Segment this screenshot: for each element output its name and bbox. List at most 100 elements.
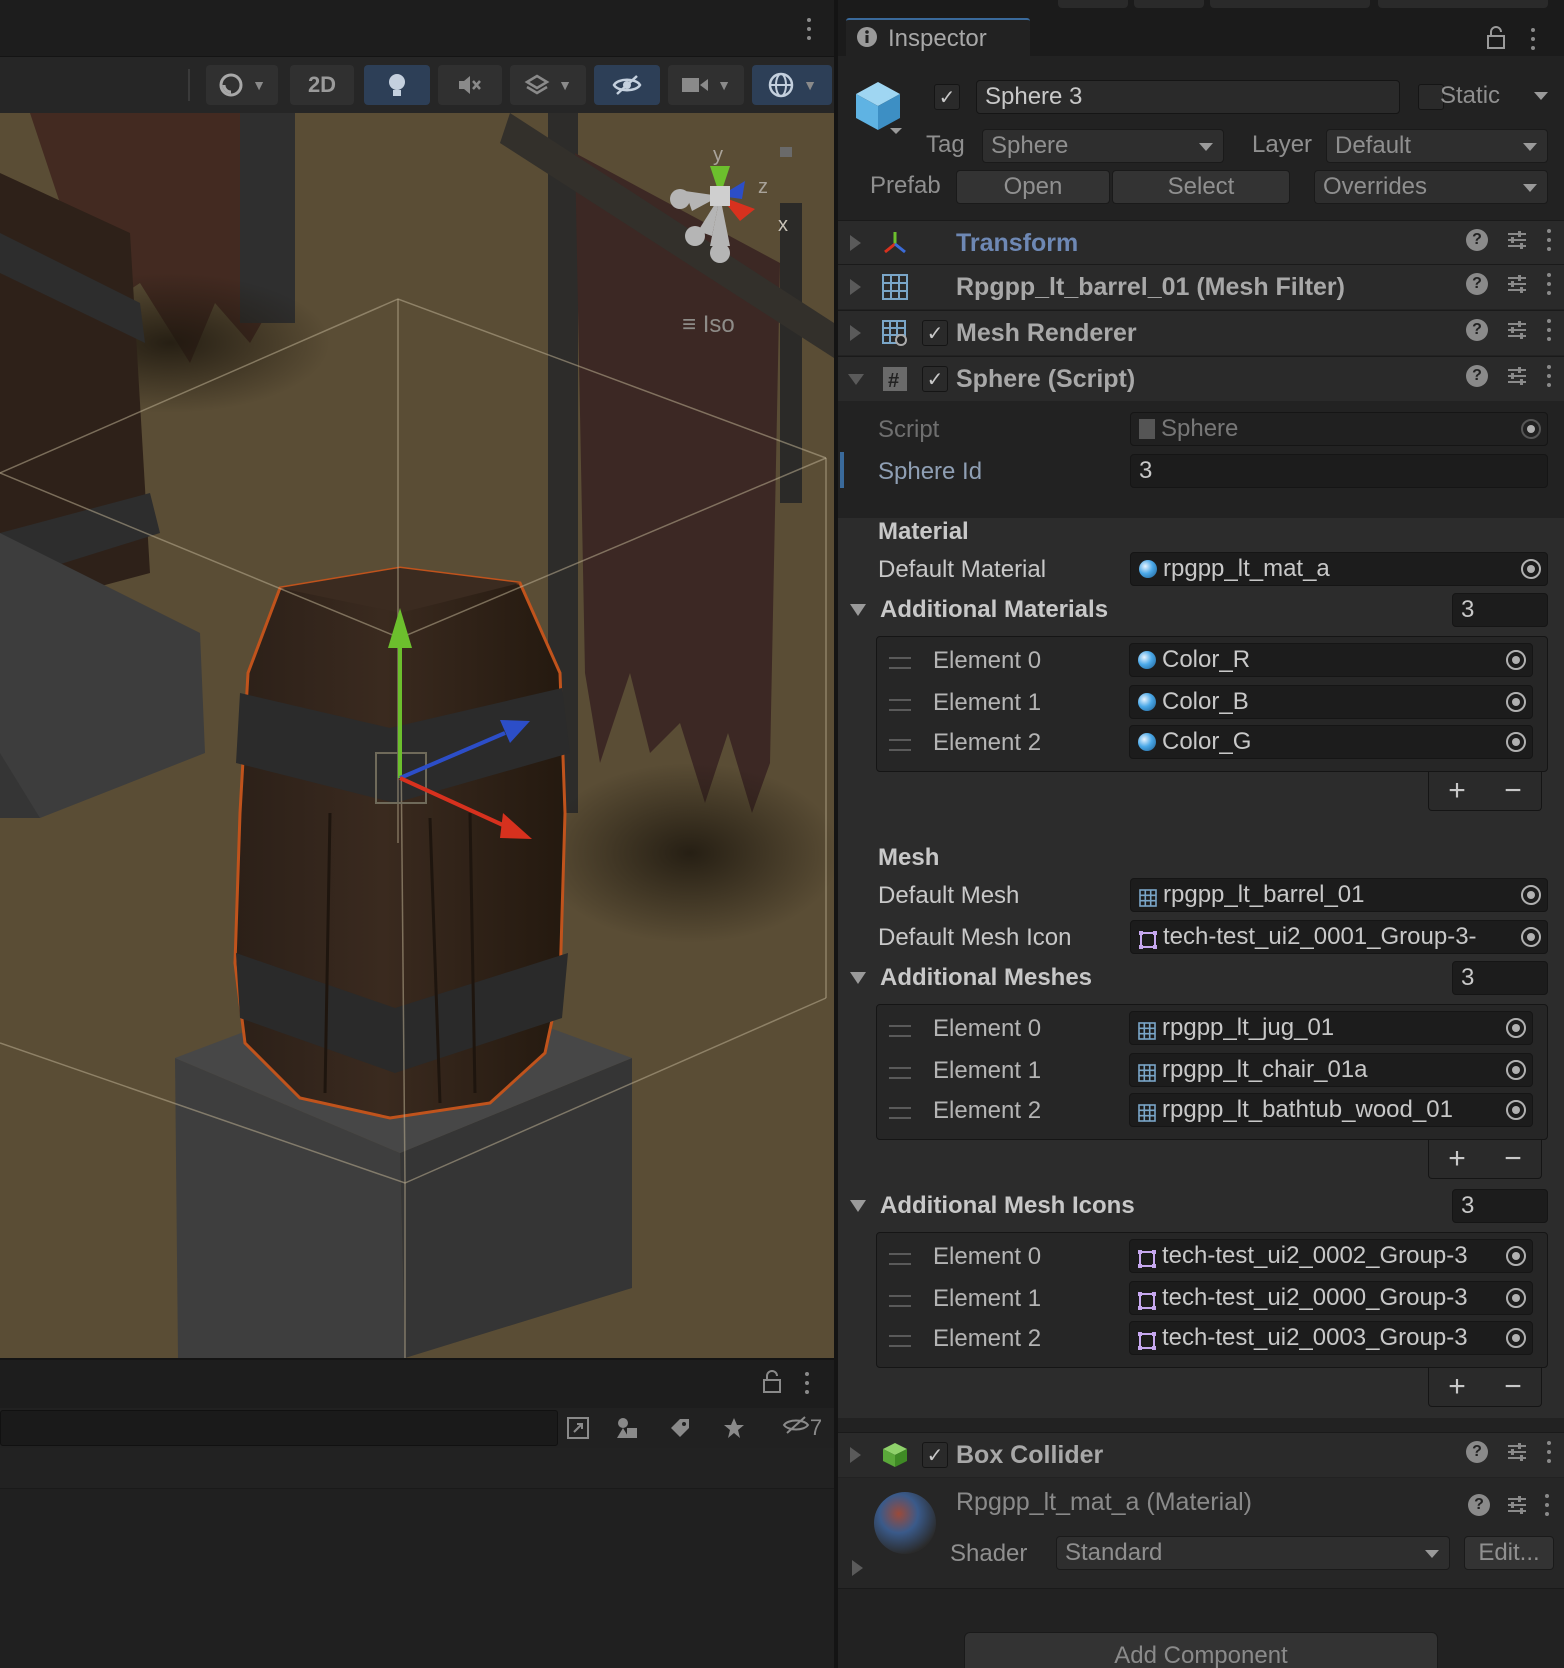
active-checkbox[interactable]: ✓: [934, 84, 960, 110]
drag-handle-icon[interactable]: [889, 1295, 911, 1307]
mesh-element-field[interactable]: rpgpp_lt_chair_01a: [1129, 1053, 1533, 1087]
audio-toggle-button[interactable]: [438, 65, 502, 105]
effects-dropdown-button[interactable]: ▼: [510, 65, 586, 105]
prefab-open-button[interactable]: Open: [956, 170, 1110, 204]
mesh-element-field[interactable]: rpgpp_lt_jug_01: [1129, 1011, 1533, 1045]
mesh-element-field[interactable]: rpgpp_lt_bathtub_wood_01: [1129, 1093, 1533, 1127]
filter-shapes-icon[interactable]: [606, 1410, 650, 1446]
object-picker-icon[interactable]: [1506, 1060, 1526, 1080]
drag-handle-icon[interactable]: [889, 699, 911, 711]
presets-sliders-icon[interactable]: [1506, 319, 1528, 341]
add-component-button[interactable]: Add Component: [964, 1632, 1438, 1668]
help-icon[interactable]: ?: [1468, 1494, 1490, 1516]
lock-icon[interactable]: [1486, 26, 1506, 55]
camera-dropdown-button[interactable]: ▼: [668, 65, 744, 105]
object-picker-icon[interactable]: [1506, 732, 1526, 752]
drag-handle-icon[interactable]: [889, 657, 911, 669]
additional-materials-count[interactable]: 3: [1452, 593, 1548, 627]
inspector-menu-icon[interactable]: [1530, 28, 1536, 50]
default-material-field[interactable]: rpgpp_lt_mat_a: [1130, 552, 1548, 586]
default-mesh-icon-field[interactable]: tech-test_ui2_0001_Group-3-: [1130, 920, 1548, 954]
project-search-input[interactable]: [0, 1410, 558, 1446]
help-icon[interactable]: ?: [1466, 319, 1488, 341]
mesh-icon-element-field[interactable]: tech-test_ui2_0000_Group-3: [1129, 1281, 1533, 1315]
presets-sliders-icon[interactable]: [1506, 229, 1528, 251]
foldout-arrow-icon[interactable]: [850, 235, 861, 251]
foldout-arrow-icon[interactable]: [852, 1560, 863, 1576]
panel-menu-icon[interactable]: [804, 1372, 810, 1394]
drag-handle-icon[interactable]: [889, 1107, 911, 1119]
scene-menu-icon[interactable]: [806, 18, 812, 40]
gizmos-dropdown-button[interactable]: ▼: [752, 65, 832, 105]
window-button[interactable]: [1058, 0, 1128, 8]
window-button[interactable]: [1210, 0, 1370, 8]
lighting-toggle-button[interactable]: [364, 65, 430, 105]
additional-mesh-icons-count[interactable]: 3: [1452, 1189, 1548, 1223]
mesh-icon-element-field[interactable]: tech-test_ui2_0003_Group-3: [1129, 1321, 1533, 1355]
foldout-arrow-icon[interactable]: [848, 374, 864, 385]
draw-mode-button[interactable]: ▼: [206, 65, 278, 105]
component-menu-icon[interactable]: [1546, 319, 1552, 341]
box-collider-component-header[interactable]: ✓ Box Collider ?: [838, 1432, 1564, 1477]
foldout-arrow-icon[interactable]: [850, 972, 866, 984]
shader-dropdown[interactable]: Standard: [1056, 1536, 1450, 1570]
orientation-gizmo[interactable]: y z x: [650, 141, 800, 281]
drag-handle-icon[interactable]: [889, 1253, 911, 1265]
foldout-arrow-icon[interactable]: [850, 1447, 861, 1463]
object-name-field[interactable]: Sphere 3: [976, 80, 1400, 114]
remove-element-button[interactable]: −: [1504, 1142, 1522, 1176]
projection-toggle[interactable]: ≡ Iso: [682, 311, 735, 339]
foldout-arrow-icon[interactable]: [850, 325, 861, 341]
sphere-script-component-header[interactable]: # ✓ Sphere (Script) ?: [838, 356, 1564, 401]
toggle-2d-button[interactable]: 2D: [290, 65, 354, 105]
favorite-star-icon[interactable]: [712, 1410, 756, 1446]
component-menu-icon[interactable]: [1546, 365, 1552, 387]
window-button[interactable]: [1378, 0, 1548, 8]
layer-dropdown[interactable]: Default: [1326, 129, 1548, 163]
component-menu-icon[interactable]: [1546, 273, 1552, 295]
object-picker-icon[interactable]: [1506, 1100, 1526, 1120]
remove-element-button[interactable]: −: [1504, 774, 1522, 808]
remove-element-button[interactable]: −: [1504, 1370, 1522, 1404]
foldout-arrow-icon[interactable]: [850, 604, 866, 616]
panel-splitter[interactable]: [834, 0, 838, 1668]
object-picker-icon[interactable]: [1506, 1288, 1526, 1308]
presets-sliders-icon[interactable]: [1506, 365, 1528, 387]
window-button[interactable]: [1134, 0, 1204, 8]
sphere-script-enabled-checkbox[interactable]: ✓: [922, 366, 948, 392]
mesh-icon-element-field[interactable]: tech-test_ui2_0002_Group-3: [1129, 1239, 1533, 1273]
sphere-id-field[interactable]: 3: [1130, 454, 1548, 488]
lock-icon[interactable]: [762, 1370, 782, 1399]
label-tag-icon[interactable]: [658, 1410, 702, 1446]
help-icon[interactable]: ?: [1466, 1441, 1488, 1463]
component-menu-icon[interactable]: [1544, 1494, 1550, 1516]
drag-handle-icon[interactable]: [889, 739, 911, 751]
object-picker-icon[interactable]: [1506, 1018, 1526, 1038]
object-picker-icon[interactable]: [1521, 885, 1541, 905]
static-dropdown-icon[interactable]: [1534, 92, 1548, 100]
component-menu-icon[interactable]: [1546, 229, 1552, 251]
foldout-arrow-icon[interactable]: [850, 1200, 866, 1212]
mesh-filter-component-header[interactable]: Rpgpp_lt_barrel_01 (Mesh Filter) ?: [838, 264, 1564, 309]
component-menu-icon[interactable]: [1546, 1441, 1552, 1463]
add-element-button[interactable]: +: [1448, 1142, 1466, 1176]
hidden-packages-toggle[interactable]: 7: [772, 1410, 832, 1446]
presets-sliders-icon[interactable]: [1506, 273, 1528, 295]
material-element-field[interactable]: Color_B: [1129, 685, 1533, 719]
object-picker-icon[interactable]: [1506, 1246, 1526, 1266]
mesh-renderer-component-header[interactable]: ✓ Mesh Renderer ?: [838, 310, 1564, 355]
foldout-arrow-icon[interactable]: [850, 279, 861, 295]
add-element-button[interactable]: +: [1448, 774, 1466, 808]
object-picker-icon[interactable]: [1521, 927, 1541, 947]
tab-inspector[interactable]: Inspector: [846, 18, 1030, 58]
presets-sliders-icon[interactable]: [1506, 1494, 1528, 1516]
mesh-renderer-enabled-checkbox[interactable]: ✓: [922, 320, 948, 346]
help-icon[interactable]: ?: [1466, 365, 1488, 387]
prefab-overrides-dropdown[interactable]: Overrides: [1314, 170, 1548, 204]
scene-viewport[interactable]: y z x ≡ Iso: [0, 113, 834, 1358]
add-element-button[interactable]: +: [1448, 1370, 1466, 1404]
object-picker-icon[interactable]: [1506, 650, 1526, 670]
help-icon[interactable]: ?: [1466, 229, 1488, 251]
edit-shader-button[interactable]: Edit...: [1464, 1536, 1554, 1570]
presets-sliders-icon[interactable]: [1506, 1441, 1528, 1463]
